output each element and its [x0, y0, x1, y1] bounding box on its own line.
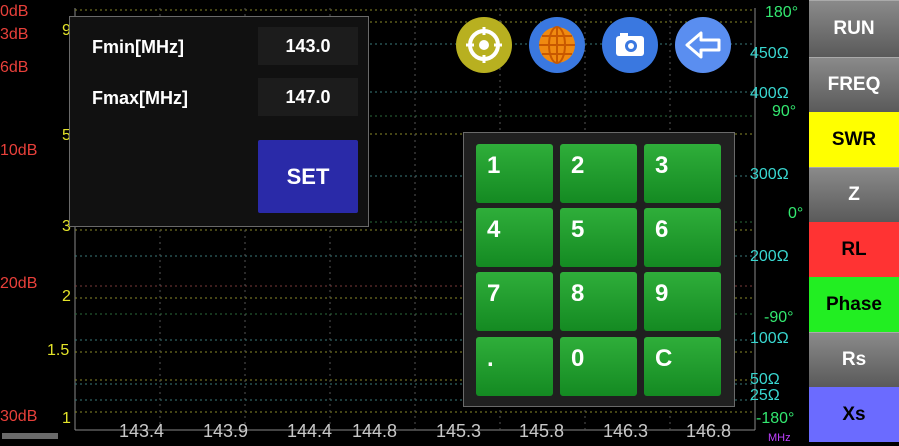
- x-tick-label: 144.4: [287, 421, 333, 441]
- key-7[interactable]: 7: [476, 272, 553, 331]
- key-0[interactable]: 0: [560, 337, 637, 396]
- x-tick-label: 146.3: [603, 421, 649, 441]
- rl-label-20db: 20dB: [0, 275, 38, 292]
- rl-label-6db: 6dB: [0, 59, 29, 76]
- impedance-label-400: 400Ω: [750, 85, 789, 102]
- swr-label-2: 2: [62, 288, 71, 305]
- rl-label-30db: 30dB: [0, 408, 38, 425]
- key-1[interactable]: 1: [476, 144, 553, 203]
- back-arrow-icon[interactable]: [675, 17, 731, 73]
- globe-icon[interactable]: [529, 17, 585, 73]
- impedance-label-300: 300Ω: [750, 166, 789, 183]
- camera-icon[interactable]: [602, 17, 658, 73]
- key-3[interactable]: 3: [644, 144, 721, 203]
- swr-button[interactable]: SWR: [809, 112, 899, 167]
- key-9[interactable]: 9: [644, 272, 721, 331]
- x-tick-label: 143.9: [203, 421, 249, 441]
- key-5[interactable]: 5: [560, 208, 637, 267]
- key-8[interactable]: 8: [560, 272, 637, 331]
- z-button[interactable]: Z: [809, 167, 899, 222]
- run-button[interactable]: RUN: [809, 0, 899, 57]
- phase-label-neg180: -180°: [756, 410, 795, 427]
- fmax-input[interactable]: 147.0: [258, 78, 358, 116]
- rl-button[interactable]: RL: [809, 222, 899, 277]
- set-button[interactable]: SET: [258, 140, 358, 213]
- key-clear[interactable]: C: [644, 337, 721, 396]
- crosshair-icon[interactable]: [456, 17, 512, 73]
- x-tick-label: 145.3: [436, 421, 482, 441]
- xs-button[interactable]: Xs: [809, 387, 899, 442]
- phase-label-180: 180°: [765, 4, 799, 21]
- impedance-label-50: 50Ω: [750, 371, 780, 388]
- rl-label-3db: 3dB: [0, 26, 29, 43]
- impedance-label-25: 25Ω: [750, 387, 780, 404]
- phase-label-0: 0°: [788, 205, 804, 222]
- scroll-indicator: [2, 433, 58, 439]
- key-dot[interactable]: .: [476, 337, 553, 396]
- x-unit-label: MHz: [768, 432, 791, 444]
- swr-label-1: 1: [62, 410, 71, 427]
- fmax-label: Fmax[MHz]: [92, 88, 189, 108]
- impedance-label-450: 450Ω: [750, 45, 789, 62]
- fmin-input[interactable]: 143.0: [258, 27, 358, 65]
- freq-button[interactable]: FREQ: [809, 57, 899, 112]
- rl-label-10db: 10dB: [0, 142, 38, 159]
- x-tick-label: 145.8: [519, 421, 565, 441]
- x-tick-label: 144.8: [352, 421, 398, 441]
- impedance-label-100: 100Ω: [750, 330, 789, 347]
- key-2[interactable]: 2: [560, 144, 637, 203]
- frequency-panel: Fmin[MHz] 143.0 Fmax[MHz] 147.0 SET: [69, 16, 369, 227]
- rs-button[interactable]: Rs: [809, 332, 899, 387]
- swr-label-1-5: 1.5: [47, 342, 70, 359]
- key-6[interactable]: 6: [644, 208, 721, 267]
- rl-label-0db: 0dB: [0, 3, 29, 20]
- key-4[interactable]: 4: [476, 208, 553, 267]
- phase-label-neg90: -90°: [764, 309, 794, 326]
- phase-button[interactable]: Phase: [809, 277, 899, 332]
- x-tick-label: 143.4: [119, 421, 165, 441]
- numeric-keypad: 1 2 3 4 5 6 7 8 9 . 0 C: [463, 132, 735, 407]
- phase-label-90: 90°: [772, 103, 797, 120]
- fmin-label: Fmin[MHz]: [92, 37, 184, 57]
- x-tick-label: 146.8: [686, 421, 732, 441]
- impedance-label-200: 200Ω: [750, 248, 789, 265]
